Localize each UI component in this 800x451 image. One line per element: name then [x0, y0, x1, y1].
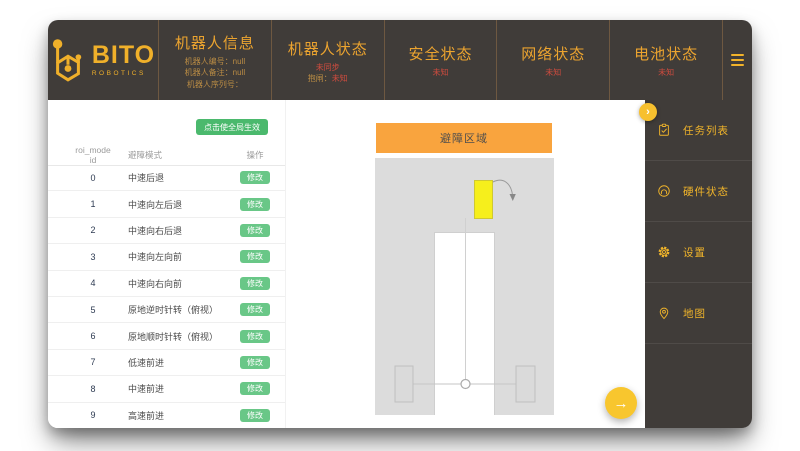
modify-button[interactable]: 修改 — [240, 409, 270, 422]
topbar-section-robot-status[interactable]: 机器人状态 未同步 抱闸：未知 — [271, 20, 384, 100]
brand-logo: BITO ROBOTICS — [48, 20, 158, 100]
modify-button[interactable]: 修改 — [240, 277, 270, 290]
modify-button[interactable]: 修改 — [240, 250, 270, 263]
task-list-icon — [657, 123, 671, 137]
obstacle-zone-rect[interactable] — [474, 180, 493, 219]
modify-button[interactable]: 修改 — [240, 382, 270, 395]
obstacle-zone-diagram — [375, 158, 554, 415]
table-row: 8 中速前进 修改 — [48, 376, 285, 402]
section-title: 机器人信息 — [175, 32, 255, 53]
modify-button[interactable]: 修改 — [240, 356, 270, 369]
sidebar-item-label: 地图 — [683, 306, 706, 321]
modify-button[interactable]: 修改 — [240, 330, 270, 343]
battery-status-value: 未知 — [658, 67, 674, 78]
section-title: 机器人状态 — [288, 38, 368, 59]
network-status-value: 未知 — [545, 67, 561, 78]
robot-note-line: 机器人备注：null — [185, 67, 245, 78]
sidebar-item-map[interactable]: 地图 — [645, 283, 752, 344]
sidebar-item-task-list[interactable]: 任务列表 — [645, 100, 752, 161]
arrow-right-icon: → — [614, 395, 629, 412]
topbar-section-robot-info[interactable]: 机器人信息 机器人编号：null 机器人备注：null 机器人序列号： — [158, 20, 271, 100]
apply-global-button[interactable]: 点击使全局生效 — [196, 119, 268, 135]
chevron-right-icon: › — [646, 106, 650, 118]
modify-button[interactable]: 修改 — [240, 198, 270, 211]
section-title: 网络状态 — [521, 43, 585, 64]
table-row: 6 原地顺时针转（俯视） 修改 — [48, 323, 285, 349]
right-sidebar: › 任务列表 — [645, 100, 752, 428]
hamburger-menu-icon[interactable] — [722, 20, 752, 100]
brand-subtitle: ROBOTICS — [92, 70, 146, 77]
safety-status-value: 未知 — [432, 67, 448, 78]
column-header-mode: 避障模式 — [113, 149, 240, 161]
brake-status-line: 抱闸：未知 — [308, 73, 348, 84]
table-row: 0 中速后退 修改 — [48, 165, 285, 191]
topbar-section-network-status[interactable]: 网络状态 未知 — [496, 20, 609, 100]
modify-button[interactable]: 修改 — [240, 224, 270, 237]
map-icon — [657, 306, 671, 320]
obstacle-zone-header: 避障区域 — [376, 123, 552, 153]
robot-serial-line: 机器人序列号： — [187, 79, 243, 90]
table-row: 1 中速向左后退 修改 — [48, 191, 285, 217]
hardware-status-icon — [657, 184, 671, 198]
sidebar-expand-badge[interactable]: › — [639, 103, 657, 121]
table-row: 3 中速向左向前 修改 — [48, 244, 285, 270]
rotation-arrow — [493, 180, 513, 195]
main-content: 点击使全局生效 roi_mode id 避障模式 操作 0 中速后退 修改 1 … — [48, 100, 752, 428]
section-title: 电池状态 — [634, 43, 698, 64]
table-header: roi_mode id 避障模式 操作 — [48, 145, 285, 166]
table-row: 5 原地逆时针转（俯视） 修改 — [48, 297, 285, 323]
settings-icon — [657, 245, 671, 259]
brand-name: BITO — [92, 43, 155, 68]
next-fab-button[interactable]: → — [605, 387, 637, 419]
section-title: 安全状态 — [408, 43, 472, 64]
top-bar: BITO ROBOTICS 机器人信息 机器人编号：null 机器人备注：nul… — [48, 20, 752, 100]
sidebar-item-label: 设置 — [683, 245, 706, 260]
topbar-section-safety-status[interactable]: 安全状态 未知 — [384, 20, 497, 100]
app-window: BITO ROBOTICS 机器人信息 机器人编号：null 机器人备注：nul… — [48, 20, 752, 428]
topbar-section-battery-status[interactable]: 电池状态 未知 — [609, 20, 722, 100]
sidebar-item-label: 硬件状态 — [683, 184, 729, 199]
table-row: 4 中速向右向前 修改 — [48, 271, 285, 297]
table-row: 9 高速前进 修改 — [48, 403, 285, 428]
table-body: 0 中速后退 修改 1 中速向左后退 修改 2 中速向右后退 修改 3 中速向左… — [48, 165, 285, 428]
bito-logo-icon — [51, 37, 85, 83]
robot-id-line: 机器人编号：null — [185, 56, 245, 67]
right-wheel — [516, 366, 535, 402]
roi-mode-panel: 点击使全局生效 roi_mode id 避障模式 操作 0 中速后退 修改 1 … — [48, 100, 286, 428]
table-row: 7 低速前进 修改 — [48, 350, 285, 376]
robot-body-cutout — [434, 232, 495, 415]
modify-button[interactable]: 修改 — [240, 171, 270, 184]
left-wheel — [395, 366, 413, 402]
column-header-roi-mode-id: roi_mode id — [73, 145, 113, 165]
sidebar-item-settings[interactable]: 设置 — [645, 222, 752, 283]
column-header-action: 操作 — [240, 149, 270, 161]
modify-button[interactable]: 修改 — [240, 303, 270, 316]
table-row: 2 中速向右后退 修改 — [48, 218, 285, 244]
sync-status: 未同步 — [316, 62, 340, 73]
sidebar-item-label: 任务列表 — [683, 123, 729, 138]
sidebar-item-hardware-status[interactable]: 硬件状态 — [645, 161, 752, 222]
